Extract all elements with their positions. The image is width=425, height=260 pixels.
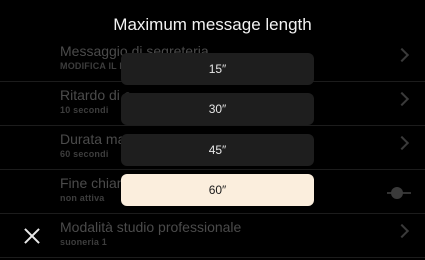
option-60-seconds[interactable]: 60″ bbox=[121, 174, 314, 206]
option-30-seconds[interactable]: 30″ bbox=[121, 93, 314, 125]
chevron-right-icon bbox=[394, 47, 410, 63]
option-15-seconds[interactable]: 15″ bbox=[121, 53, 314, 85]
chevron-right-icon bbox=[394, 223, 410, 239]
dialog-title: Maximum message length bbox=[113, 15, 312, 34]
close-icon[interactable] bbox=[22, 226, 42, 246]
list-item-professional-studio-mode[interactable]: Modalità studio professionale suoneria 1 bbox=[0, 216, 425, 258]
settings-list: Messaggio di segreteria MODIFICA IL M Ri… bbox=[0, 0, 425, 260]
option-45-seconds[interactable]: 45″ bbox=[121, 134, 314, 166]
list-item-title: Modalità studio professionale bbox=[60, 219, 242, 235]
end-call-toggle[interactable] bbox=[387, 186, 411, 200]
list-item-subtitle: MODIFICA IL M bbox=[60, 61, 128, 71]
list-item-subtitle: non attiva bbox=[60, 193, 105, 203]
chevron-right-icon bbox=[394, 135, 410, 151]
list-item-subtitle: 10 secondi bbox=[60, 105, 109, 115]
list-item-subtitle: suoneria 1 bbox=[60, 237, 108, 247]
chevron-right-icon bbox=[394, 91, 410, 107]
toggle-knob bbox=[391, 187, 403, 199]
list-item-subtitle: 60 secondi bbox=[60, 149, 109, 159]
list-item-title: Fine chiam bbox=[60, 175, 129, 191]
